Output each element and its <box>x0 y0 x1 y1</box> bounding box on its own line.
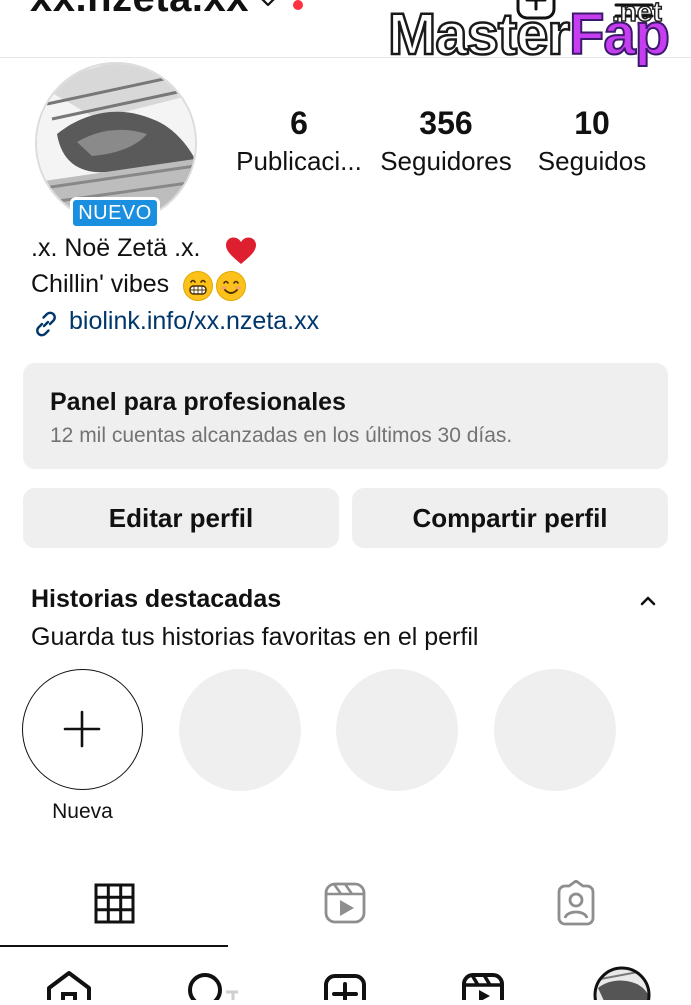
grid-icon <box>94 883 135 924</box>
highlight-placeholder <box>179 669 301 791</box>
professional-dashboard-subtitle: 12 mil cuentas alcanzadas en los últimos… <box>50 424 513 447</box>
profile-username[interactable]: xx.nzeta.xx <box>30 0 249 21</box>
active-tab-indicator <box>0 945 228 947</box>
stat-followers-label: Seguidores <box>380 146 512 176</box>
display-name: .x. Noë Zetä .x. <box>31 234 201 262</box>
stat-followers[interactable]: 356 Seguidores <box>375 104 517 180</box>
nav-home[interactable] <box>0 958 138 1000</box>
share-profile-button[interactable]: Compartir perfil <box>352 488 668 548</box>
search-icon <box>188 973 238 1005</box>
grinning-emoji <box>183 271 213 301</box>
stat-posts-count: 6 <box>290 105 308 141</box>
stat-posts[interactable]: 6 Publicaci... <box>233 104 365 180</box>
profile-avatar-icon <box>593 966 651 1005</box>
watermark-part1: Master <box>387 2 571 67</box>
nav-reels[interactable] <box>414 958 552 1005</box>
link-icon <box>36 311 56 337</box>
edit-profile-button[interactable]: Editar perfil <box>23 488 339 548</box>
plus-icon <box>63 710 101 748</box>
professional-dashboard-title: Panel para profesionales <box>50 388 346 416</box>
chevron-up-icon[interactable] <box>636 589 660 611</box>
new-highlight-button[interactable] <box>22 669 143 790</box>
tab-tagged[interactable] <box>461 879 691 946</box>
highlight-placeholder <box>336 669 458 791</box>
notification-dot <box>293 0 303 10</box>
watermark-tld: .net <box>611 0 662 28</box>
stat-following-label: Seguidos <box>537 146 647 176</box>
new-badge: NUEVO <box>70 197 160 229</box>
highlight-placeholder <box>494 669 616 791</box>
heart-emoji <box>226 237 256 264</box>
reels-icon <box>462 973 504 1005</box>
highlights-subtitle: Guarda tus historias favoritas en el per… <box>31 623 479 651</box>
highlights-title: Historias destacadas <box>31 585 282 613</box>
create-icon <box>324 974 366 1005</box>
tagged-icon <box>557 879 595 926</box>
smiling-emoji <box>216 271 246 301</box>
tab-posts-grid[interactable] <box>0 880 230 946</box>
stat-posts-label: Publicaci... <box>236 146 362 176</box>
home-icon <box>47 971 91 1000</box>
stat-following[interactable]: 10 Seguidos <box>533 104 651 180</box>
stat-following-count: 10 <box>574 105 610 141</box>
reels-icon <box>324 882 366 924</box>
bio-link[interactable]: biolink.info/xx.nzeta.xx <box>69 307 319 336</box>
tab-reels[interactable] <box>230 880 460 946</box>
nav-profile[interactable] <box>553 958 691 1005</box>
nav-create[interactable] <box>276 958 414 1005</box>
chevron-down-icon[interactable] <box>258 0 278 12</box>
new-highlight-label: Nueva <box>52 800 113 823</box>
nav-search[interactable] <box>138 958 276 1005</box>
stat-followers-count: 356 <box>419 105 473 141</box>
bio-text: Chillin' vibes <box>31 270 170 298</box>
